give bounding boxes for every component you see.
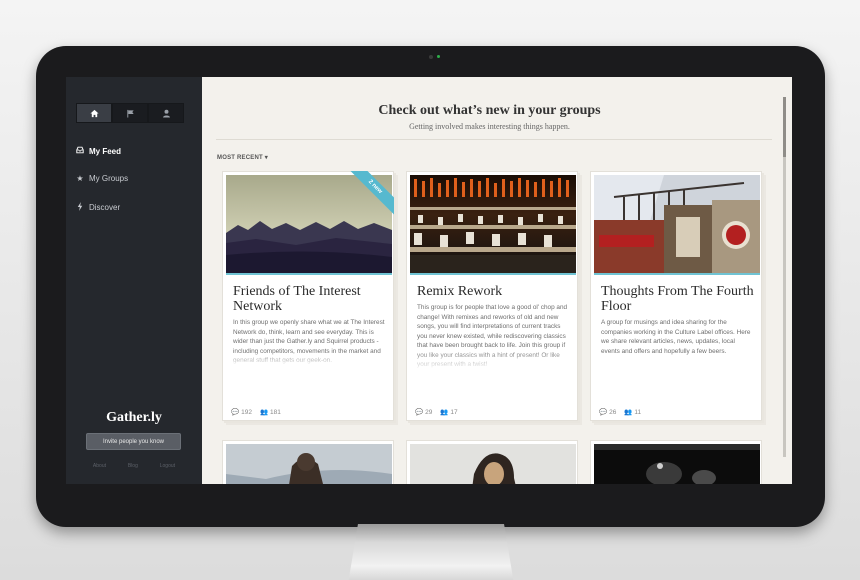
sidebar: My Feed ★ My Groups Discover Gather.ly I… bbox=[66, 77, 202, 484]
sidebar-top-nav bbox=[76, 103, 184, 123]
members-icon: 👥 bbox=[624, 409, 633, 416]
group-image bbox=[594, 444, 760, 484]
members-icon: 👥 bbox=[440, 409, 449, 416]
group-title[interactable]: Thoughts From The Fourth Floor bbox=[601, 284, 756, 314]
footer-link-logout[interactable]: Logout bbox=[160, 463, 175, 469]
inbox-icon bbox=[76, 146, 84, 156]
group-card[interactable] bbox=[406, 440, 578, 484]
group-stats: 💬 192 👥 181 bbox=[231, 408, 281, 416]
comments-icon: 💬 bbox=[599, 409, 608, 416]
scrollbar-thumb[interactable] bbox=[783, 97, 786, 157]
star-icon: ★ bbox=[76, 174, 84, 183]
group-description: In this group we openly share what we at… bbox=[233, 319, 385, 364]
group-title[interactable]: Friends of The Interest Network bbox=[233, 284, 388, 314]
bolt-icon bbox=[76, 202, 84, 213]
group-image bbox=[410, 444, 576, 484]
comments-icon: 💬 bbox=[231, 409, 240, 416]
comment-count: 29 bbox=[425, 409, 433, 416]
sidebar-item-my-groups[interactable]: ★ My Groups bbox=[76, 174, 128, 183]
member-count: 11 bbox=[634, 409, 642, 416]
member-count: 17 bbox=[450, 409, 458, 416]
comment-count: 26 bbox=[609, 409, 617, 416]
group-description: A group for musings and idea sharing for… bbox=[601, 319, 751, 355]
comment-count: 192 bbox=[241, 409, 252, 416]
webcam bbox=[429, 55, 433, 59]
sidebar-item-my-feed[interactable]: My Feed bbox=[76, 146, 121, 156]
group-card[interactable] bbox=[590, 440, 762, 484]
footer-link-blog[interactable]: Blog bbox=[128, 463, 138, 469]
caret-down-icon: ▾ bbox=[264, 155, 268, 161]
sidebar-footer: About Blog Logout bbox=[66, 463, 202, 469]
footer-link-about[interactable]: About bbox=[93, 463, 106, 469]
page-subtitle: Getting involved makes interesting thing… bbox=[409, 122, 570, 131]
sort-dropdown[interactable]: MOST RECENT ▾ bbox=[217, 154, 268, 161]
group-card[interactable] bbox=[222, 440, 394, 484]
home-icon[interactable] bbox=[76, 103, 112, 123]
group-description: This group is for people that love a goo… bbox=[417, 304, 568, 368]
sidebar-item-label: Discover bbox=[89, 203, 121, 212]
sort-label: MOST RECENT bbox=[217, 155, 263, 161]
comments-icon: 💬 bbox=[415, 409, 424, 416]
ribbon-label: 2 new bbox=[350, 171, 394, 215]
group-stats: 💬 26 👥 11 bbox=[599, 408, 641, 416]
group-card[interactable]: Remix Rework This group is for people th… bbox=[406, 171, 578, 421]
brand-logo: Gather.ly bbox=[106, 410, 162, 425]
main-content: Check out what’s new in your groups Gett… bbox=[202, 77, 792, 484]
group-image bbox=[226, 444, 392, 484]
member-count: 181 bbox=[270, 409, 281, 416]
webcam-led bbox=[437, 55, 440, 58]
card-accent-stripe bbox=[594, 273, 760, 275]
page-title: Check out what’s new in your groups bbox=[378, 103, 601, 118]
group-title[interactable]: Remix Rework bbox=[417, 284, 572, 299]
sidebar-item-discover[interactable]: Discover bbox=[76, 202, 120, 213]
group-card[interactable]: Thoughts From The Fourth Floor A group f… bbox=[590, 171, 762, 421]
group-image bbox=[594, 175, 760, 274]
new-posts-ribbon: 2 new bbox=[350, 171, 394, 215]
user-icon[interactable] bbox=[148, 103, 184, 123]
card-accent-stripe bbox=[410, 273, 576, 275]
group-stats: 💬 29 👥 17 bbox=[415, 408, 458, 416]
monitor-stand bbox=[348, 524, 514, 580]
sidebar-item-label: My Groups bbox=[89, 174, 129, 183]
card-accent-stripe bbox=[226, 273, 392, 275]
flag-icon[interactable] bbox=[112, 103, 148, 123]
app-screen: My Feed ★ My Groups Discover Gather.ly I… bbox=[66, 77, 792, 484]
members-icon: 👥 bbox=[259, 409, 269, 416]
group-image bbox=[410, 175, 576, 274]
header-divider bbox=[216, 139, 772, 140]
group-card[interactable]: 2 new Friends of The Interest Network In… bbox=[222, 171, 394, 421]
sidebar-item-label: My Feed bbox=[89, 146, 122, 156]
invite-button[interactable]: Invite people you know bbox=[86, 433, 181, 450]
